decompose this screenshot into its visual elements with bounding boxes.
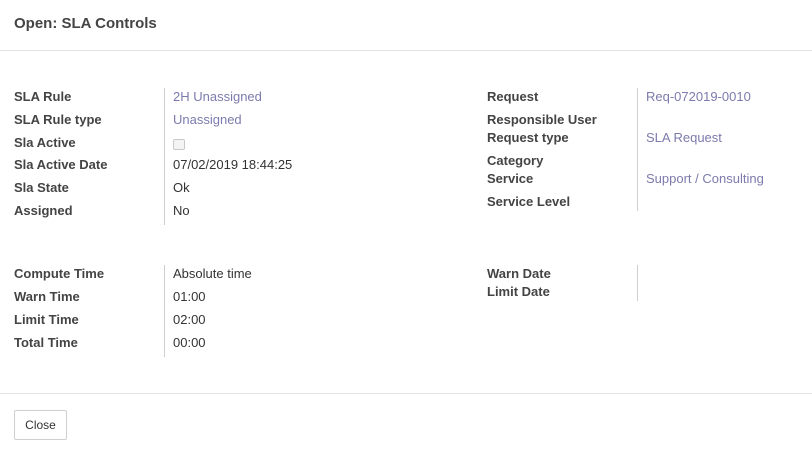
sla-rule-type-label: SLA Rule type <box>14 112 102 127</box>
sla-rule-group: SLA Rule SLA Rule type Sla Active Sla Ac… <box>14 88 454 225</box>
time-group: Compute Time Warn Time Limit Time Total … <box>14 265 454 357</box>
dialog-header: Open: SLA Controls <box>0 0 812 51</box>
compute-time-label: Compute Time <box>14 266 105 281</box>
request-type-link[interactable]: SLA Request <box>638 130 722 145</box>
request-group: Request Responsible User Request type Ca… <box>487 88 797 211</box>
responsible-user-label: Responsible User <box>487 112 597 127</box>
request-label: Request <box>487 89 539 104</box>
sla-state-label: Sla State <box>14 180 69 195</box>
close-button[interactable]: Close <box>14 410 67 440</box>
sla-active-label: Sla Active <box>14 135 76 150</box>
assigned-value: No <box>173 203 190 218</box>
limit-date-label: Limit Date <box>487 284 550 299</box>
limit-time-value: 02:00 <box>173 312 206 327</box>
total-time-value: 00:00 <box>173 335 206 350</box>
sla-rule-type-link[interactable]: Unassigned <box>165 112 242 127</box>
sla-rule-link[interactable]: 2H Unassigned <box>165 89 262 104</box>
sla-state-value: Ok <box>173 180 190 195</box>
dialog-footer: Close <box>0 393 812 456</box>
sla-active-date-value: 07/02/2019 18:44:25 <box>173 157 293 172</box>
warn-time-label: Warn Time <box>14 289 80 304</box>
warn-date-label: Warn Date <box>487 266 551 281</box>
warn-time-value: 01:00 <box>173 289 206 304</box>
category-label: Category <box>487 153 544 168</box>
request-link[interactable]: Req-072019-0010 <box>638 89 751 104</box>
sla-rule-label: SLA Rule <box>14 89 72 104</box>
compute-time-value: Absolute time <box>173 266 252 281</box>
service-level-label: Service Level <box>487 194 571 209</box>
service-link[interactable]: Support / Consulting <box>638 171 764 186</box>
assigned-label: Assigned <box>14 203 73 218</box>
total-time-label: Total Time <box>14 335 78 350</box>
limit-time-label: Limit Time <box>14 312 79 327</box>
dialog-title: Open: SLA Controls <box>14 15 157 32</box>
request-values: Req-072019-0010 SLA Request Support / Co… <box>637 88 798 211</box>
sla-active-date-label: Sla Active Date <box>14 157 108 172</box>
dates-group: Warn Date Limit Date <box>487 265 797 301</box>
sla-active-field <box>165 135 185 153</box>
sla-active-checkbox[interactable] <box>173 139 185 150</box>
time-values: Absolute time 01:00 02:00 00:00 <box>164 265 445 357</box>
request-type-label: Request type <box>487 130 569 145</box>
sla-rule-values: 2H Unassigned Unassigned 07/02/2019 18:4… <box>164 88 445 225</box>
service-label: Service <box>487 171 534 186</box>
dates-values <box>637 265 798 301</box>
